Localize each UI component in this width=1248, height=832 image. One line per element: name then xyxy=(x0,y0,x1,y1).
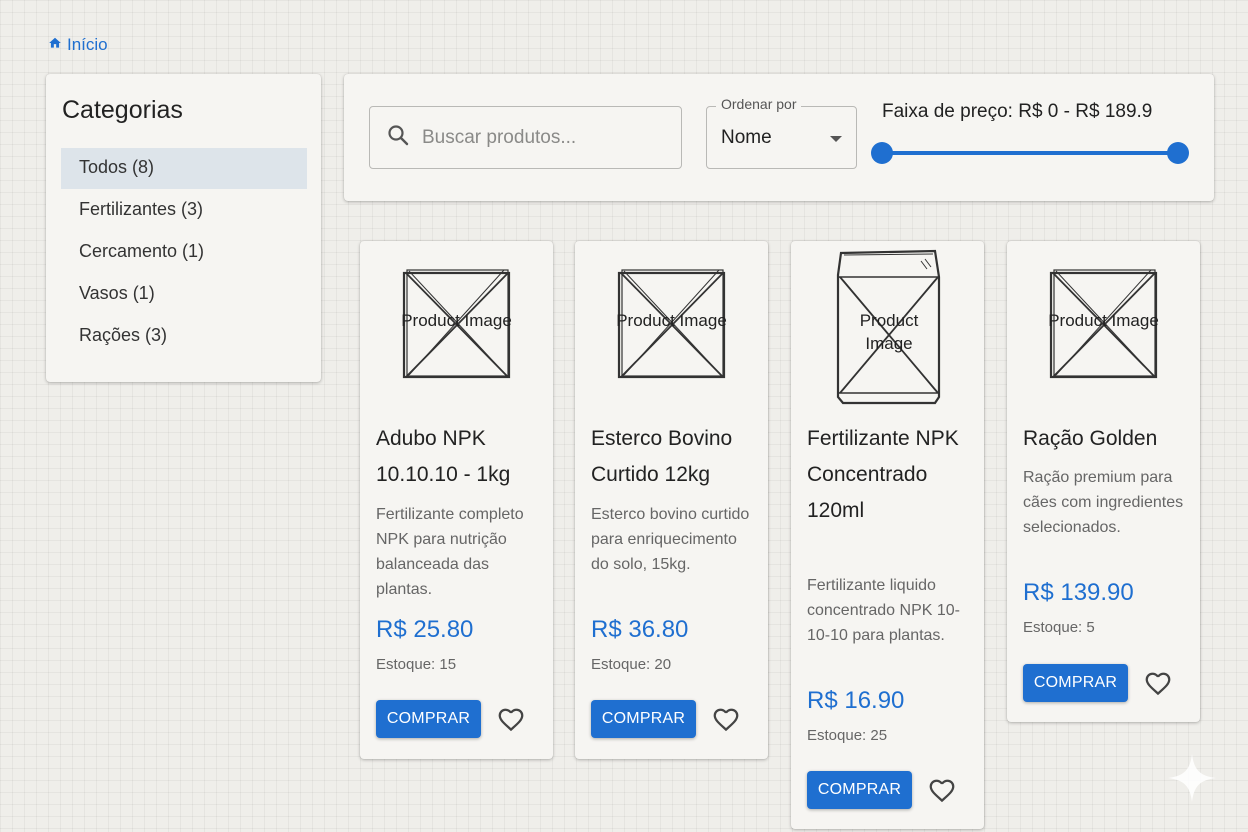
breadcrumb[interactable]: Início xyxy=(48,35,108,55)
product-price: R$ 16.90 xyxy=(807,687,905,714)
home-icon xyxy=(48,35,62,55)
buy-button[interactable]: COMPRAR xyxy=(807,771,912,809)
product-name: Fertilizante NPK Concentrado 120ml xyxy=(807,427,959,522)
heart-icon[interactable] xyxy=(711,704,741,734)
search-icon xyxy=(370,123,422,152)
buy-button[interactable]: COMPRAR xyxy=(1023,664,1128,702)
categories-sidebar: Categorias Todos (8) Fertilizantes (3) C… xyxy=(46,74,321,382)
sidebar-item-cercamento[interactable]: Cercamento (1) xyxy=(61,232,307,273)
product-image-placeholder: Product Image xyxy=(615,265,728,381)
sidebar-item-vasos[interactable]: Vasos (1) xyxy=(61,274,307,315)
slider-thumb-max[interactable] xyxy=(1167,142,1189,164)
product-stock: Estoque: 25 xyxy=(807,727,888,744)
search-field[interactable] xyxy=(369,106,682,169)
product-description: Esterco bovino curtido para enriquecimen… xyxy=(591,506,750,573)
product-description: Fertilizante completo NPK para nutrição … xyxy=(376,506,524,598)
sort-value: Nome xyxy=(721,127,772,148)
image-placeholder-label: Product Image xyxy=(1048,311,1159,330)
sidebar-item-fertilizantes[interactable]: Fertilizantes (3) xyxy=(61,190,307,231)
product-card: Product Image Adubo NPK 10.10.10 - 1kg F… xyxy=(360,241,553,759)
product-image-placeholder: Product Image xyxy=(1047,265,1160,381)
price-range-label: Faixa de preço: R$ 0 - R$ 189.9 xyxy=(882,101,1153,122)
heart-icon[interactable] xyxy=(1143,668,1173,698)
product-stock: Estoque: 20 xyxy=(591,656,672,673)
sidebar-title: Categorias xyxy=(62,96,183,124)
product-card: Product Image Esterco Bovino Curtido 12k… xyxy=(575,241,768,759)
product-card: Product Image Fertilizante NPK Concentra… xyxy=(791,241,984,829)
product-price: R$ 36.80 xyxy=(591,616,689,643)
sidebar-item-todos[interactable]: Todos (8) xyxy=(61,148,307,189)
product-price: R$ 139.90 xyxy=(1023,579,1134,606)
category-list: Todos (8) Fertilizantes (3) Cercamento (… xyxy=(61,148,307,358)
product-image-placeholder: Product Image xyxy=(835,247,943,405)
price-range-slider[interactable] xyxy=(871,142,1189,164)
heart-icon[interactable] xyxy=(927,775,957,805)
product-stock: Estoque: 15 xyxy=(376,656,457,673)
buy-button[interactable]: COMPRAR xyxy=(591,700,696,738)
image-placeholder-label: Product Image xyxy=(859,311,919,353)
chevron-down-icon xyxy=(830,136,842,142)
sort-label: Ordenar por xyxy=(716,96,802,112)
heart-icon[interactable] xyxy=(496,704,526,734)
slider-fill xyxy=(882,151,1178,155)
sidebar-item-racoes[interactable]: Rações (3) xyxy=(61,316,307,357)
product-name: Ração Golden xyxy=(1023,427,1158,450)
product-card: Product Image Ração Golden Ração premium… xyxy=(1007,241,1200,722)
sparkle-icon xyxy=(1166,752,1218,804)
product-stock: Estoque: 5 xyxy=(1023,619,1095,636)
product-price: R$ 25.80 xyxy=(376,616,474,643)
product-description: Fertilizante liquido concentrado NPK 10-… xyxy=(807,577,960,644)
filter-bar: Ordenar por Nome Faixa de preço: R$ 0 - … xyxy=(344,74,1214,201)
product-description: Ração premium para cães com ingredientes… xyxy=(1023,469,1184,536)
sort-select[interactable]: Ordenar por Nome xyxy=(706,96,857,169)
image-placeholder-label: Product Image xyxy=(401,311,512,330)
product-name: Adubo NPK 10.10.10 - 1kg xyxy=(376,427,511,486)
buy-button[interactable]: COMPRAR xyxy=(376,700,481,738)
image-placeholder-label: Product Image xyxy=(616,311,727,330)
breadcrumb-home-link[interactable]: Início xyxy=(67,35,108,55)
product-name: Esterco Bovino Curtido 12kg xyxy=(591,427,733,486)
product-image-placeholder: Product Image xyxy=(400,265,513,381)
slider-thumb-min[interactable] xyxy=(871,142,893,164)
search-input[interactable] xyxy=(422,126,662,149)
